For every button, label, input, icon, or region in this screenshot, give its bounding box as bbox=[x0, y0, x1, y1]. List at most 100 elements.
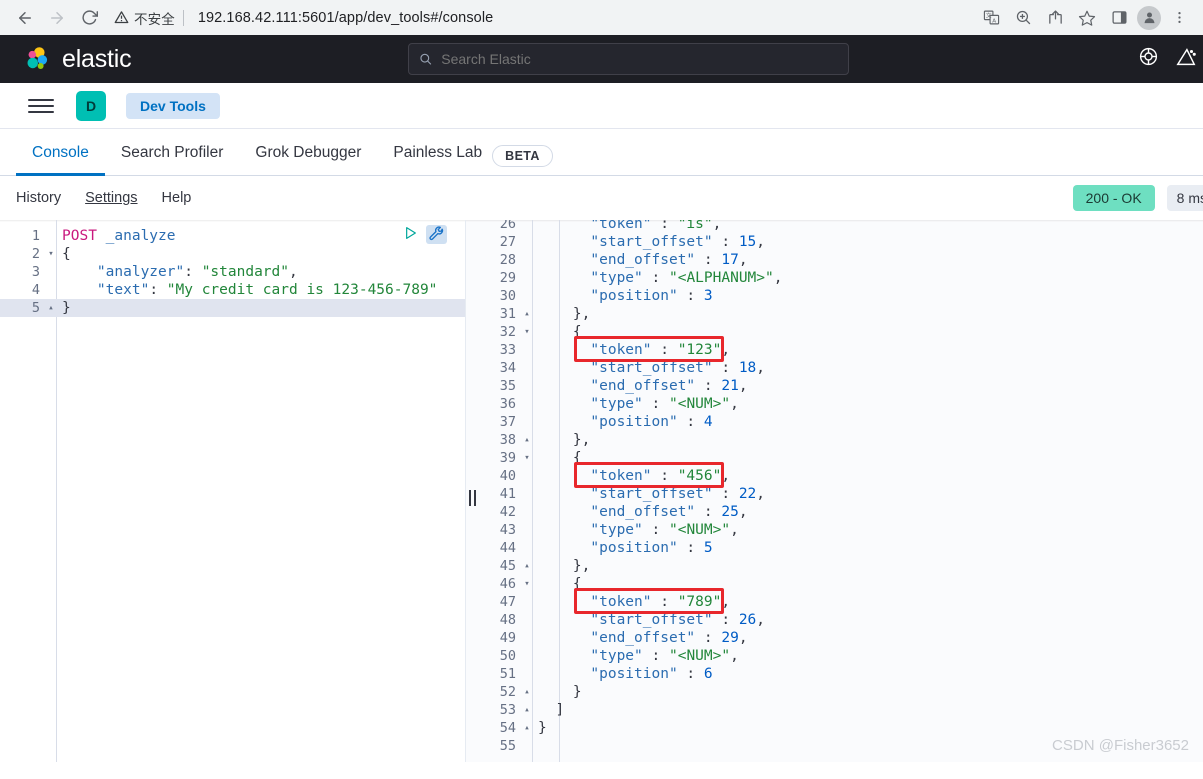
breadcrumb-item-dev-tools[interactable]: Dev Tools bbox=[126, 92, 220, 119]
omnibox-divider bbox=[182, 9, 184, 26]
tab-console[interactable]: Console bbox=[16, 144, 105, 176]
code-line[interactable]: 35 "end_offset" : 21, bbox=[466, 377, 1203, 395]
bookmark-star-icon[interactable] bbox=[1073, 4, 1101, 32]
line-number: 45 bbox=[499, 558, 516, 574]
search-input[interactable] bbox=[441, 51, 838, 67]
elastic-logo-icon bbox=[27, 47, 48, 69]
code-line[interactable]: 1 POST _analyze bbox=[0, 227, 465, 245]
play-icon[interactable] bbox=[402, 225, 418, 244]
code-line[interactable]: 39 ▾ { bbox=[466, 449, 1203, 467]
code-line[interactable]: 36 "type" : "<NUM>", bbox=[466, 395, 1203, 413]
space-avatar[interactable]: D bbox=[76, 90, 106, 121]
code-line[interactable]: 31 ▴ }, bbox=[466, 305, 1203, 323]
code-line[interactable]: 41 "start_offset" : 22, bbox=[466, 485, 1203, 503]
help-lifebuoy-icon[interactable] bbox=[1138, 46, 1159, 72]
code-text: }, bbox=[538, 558, 591, 574]
tab-painless-lab[interactable]: Painless Lab bbox=[377, 144, 492, 175]
code-line[interactable]: 33 "token" : "123", bbox=[466, 341, 1203, 359]
settings-button[interactable]: Settings bbox=[85, 190, 137, 206]
security-warning[interactable]: 不安全 bbox=[114, 8, 175, 28]
line-number: 43 bbox=[499, 522, 516, 538]
fold-toggle-icon[interactable]: ▾ bbox=[44, 245, 58, 263]
editor-top-shadow bbox=[0, 220, 465, 222]
back-icon[interactable] bbox=[10, 3, 40, 33]
tab-grok-debugger[interactable]: Grok Debugger bbox=[239, 144, 377, 175]
code-line[interactable]: 2 ▾{ bbox=[0, 245, 465, 263]
fold-toggle-icon[interactable]: ▴ bbox=[520, 431, 534, 449]
zoom-icon[interactable] bbox=[1009, 4, 1037, 32]
elastic-logo-brand[interactable]: elastic bbox=[24, 44, 132, 74]
translate-icon[interactable]: 文A bbox=[977, 4, 1005, 32]
menu-icon[interactable] bbox=[1165, 4, 1193, 32]
wrench-icon[interactable] bbox=[426, 225, 447, 244]
fold-toggle-icon[interactable]: ▴ bbox=[520, 701, 534, 719]
profile-icon[interactable] bbox=[1137, 5, 1161, 30]
code-line[interactable]: 26 "token" : "is", bbox=[466, 220, 1203, 233]
fold-toggle-icon[interactable]: ▴ bbox=[520, 719, 534, 737]
response-viewer[interactable]: 26 "token" : "is", 27 "start_offset" : 15… bbox=[466, 220, 1203, 762]
line-number: 38 bbox=[499, 432, 516, 448]
code-line[interactable]: 44 "position" : 5 bbox=[466, 539, 1203, 557]
code-line[interactable]: 32 ▾ { bbox=[466, 323, 1203, 341]
code-line[interactable]: 42 "end_offset" : 25, bbox=[466, 503, 1203, 521]
code-line[interactable]: 3 "analyzer": "standard", bbox=[0, 263, 465, 281]
side-panel-icon[interactable] bbox=[1105, 4, 1133, 32]
code-line[interactable]: 43 "type" : "<NUM>", bbox=[466, 521, 1203, 539]
split-resize-handle[interactable] bbox=[465, 488, 479, 508]
code-line[interactable]: 52 ▴ } bbox=[466, 683, 1203, 701]
request-code[interactable]: 1 POST _analyze 2 ▾{3 "analyzer": "standard… bbox=[0, 227, 465, 317]
code-line[interactable]: 40 "token" : "456", bbox=[466, 467, 1203, 485]
request-editor[interactable]: 1 POST _analyze 2 ▾{3 "analyzer": "standard… bbox=[0, 220, 466, 762]
fold-toggle-icon[interactable]: ▾ bbox=[520, 449, 534, 467]
response-code[interactable]: 26 "token" : "is", 27 "start_offset" : 15… bbox=[466, 220, 1203, 755]
code-line[interactable]: 5 ▴} bbox=[0, 299, 465, 317]
code-line[interactable]: 45 ▴ }, bbox=[466, 557, 1203, 575]
code-line[interactable]: 30 "position" : 3 bbox=[466, 287, 1203, 305]
line-number: 32 bbox=[499, 324, 516, 340]
line-number: 55 bbox=[499, 738, 516, 754]
code-line[interactable]: 51 "position" : 6 bbox=[466, 665, 1203, 683]
fold-toggle-icon[interactable]: ▾ bbox=[520, 575, 534, 593]
code-text: "token" : "456", bbox=[590, 468, 731, 484]
fold-toggle-icon[interactable]: ▴ bbox=[44, 299, 58, 317]
forward-icon[interactable] bbox=[42, 3, 72, 33]
fold-toggle-icon[interactable]: ▴ bbox=[520, 683, 534, 701]
code-text: } bbox=[538, 720, 547, 736]
fold-toggle-icon[interactable]: ▴ bbox=[520, 305, 534, 323]
code-text: "type" : "<NUM>", bbox=[590, 522, 739, 538]
history-button[interactable]: History bbox=[16, 190, 61, 206]
code-text: "type" : "<NUM>", bbox=[590, 396, 739, 412]
code-line[interactable]: 53 ▴ ] bbox=[466, 701, 1203, 719]
code-text: } bbox=[538, 684, 582, 700]
hamburger-menu-icon[interactable] bbox=[28, 95, 54, 117]
code-text: "analyzer": "standard", bbox=[96, 264, 298, 280]
fold-toggle-icon[interactable]: ▾ bbox=[520, 323, 534, 341]
deployment-icon[interactable] bbox=[1175, 46, 1197, 73]
reload-icon[interactable] bbox=[74, 3, 104, 33]
code-line[interactable]: 4 "text": "My credit card is 123-456-789… bbox=[0, 281, 465, 299]
beta-badge: BETA bbox=[492, 145, 553, 167]
code-text: "text": "My credit card is 123-456-789" bbox=[96, 282, 438, 298]
code-line[interactable]: 47 "token" : "789", bbox=[466, 593, 1203, 611]
svg-text:A: A bbox=[992, 18, 996, 24]
code-line[interactable]: 49 "end_offset" : 29, bbox=[466, 629, 1203, 647]
code-line[interactable]: 46 ▾ { bbox=[466, 575, 1203, 593]
code-line[interactable]: 28 "end_offset" : 17, bbox=[466, 251, 1203, 269]
code-line[interactable]: 54 ▴} bbox=[466, 719, 1203, 737]
code-line[interactable]: 50 "type" : "<NUM>", bbox=[466, 647, 1203, 665]
code-line[interactable]: 38 ▴ }, bbox=[466, 431, 1203, 449]
brand-name: elastic bbox=[62, 44, 132, 73]
code-line[interactable]: 34 "start_offset" : 18, bbox=[466, 359, 1203, 377]
address-bar[interactable]: 不安全 192.168.42.111:5601/app/dev_tools#/c… bbox=[114, 6, 975, 30]
code-line[interactable]: 29 "type" : "<ALPHANUM>", bbox=[466, 269, 1203, 287]
code-line[interactable]: 27 "start_offset" : 15, bbox=[466, 233, 1203, 251]
code-text: "end_offset" : 21, bbox=[590, 378, 748, 394]
help-button[interactable]: Help bbox=[162, 190, 192, 206]
code-text: "token" : "789", bbox=[590, 594, 731, 610]
global-search[interactable] bbox=[408, 43, 849, 75]
tab-search-profiler[interactable]: Search Profiler bbox=[105, 144, 240, 175]
fold-toggle-icon[interactable]: ▴ bbox=[520, 557, 534, 575]
code-line[interactable]: 48 "start_offset" : 26, bbox=[466, 611, 1203, 629]
share-icon[interactable] bbox=[1041, 4, 1069, 32]
code-line[interactable]: 37 "position" : 4 bbox=[466, 413, 1203, 431]
